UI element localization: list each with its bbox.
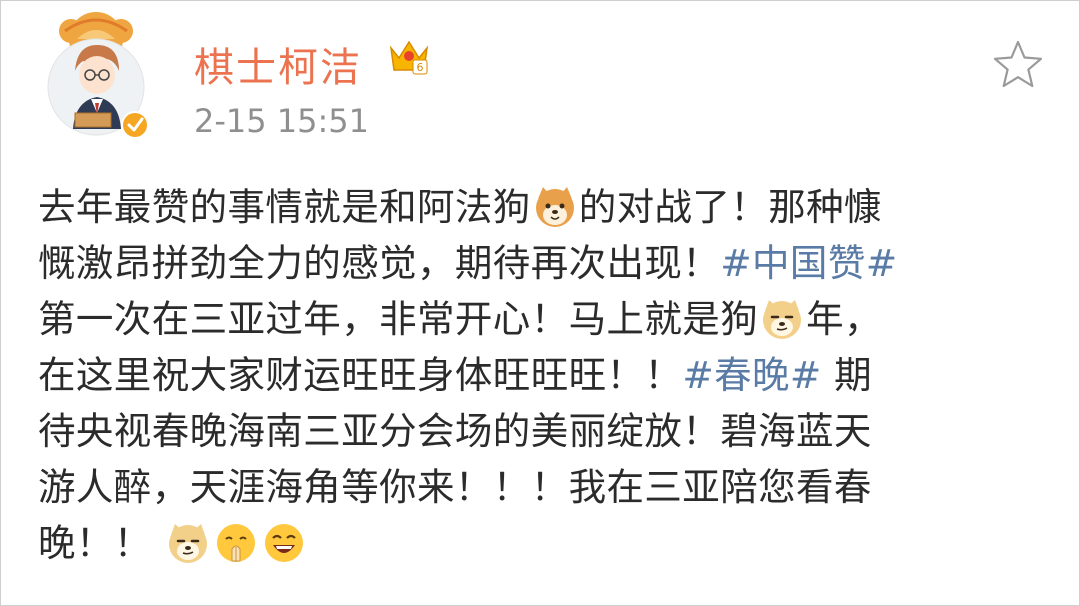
praying-emoji bbox=[217, 524, 256, 562]
laughing-emoji bbox=[265, 524, 304, 562]
post-line-1: 去年最赞的事情就是和阿法狗 的对战了！那种慷 bbox=[38, 185, 882, 229]
doge-emoji bbox=[169, 524, 208, 563]
hashtag-link[interactable]: #中国赞# bbox=[720, 241, 897, 285]
doge-emoji bbox=[763, 300, 802, 339]
post-line-6: 游人醉，天涯海角等你来！！！我在三亚陪您看春 bbox=[38, 465, 872, 509]
shiba-dog-emoji bbox=[535, 187, 574, 227]
post-line-2: 慨激昂拼劲全力的感觉，期待再次出现！#中国赞# bbox=[38, 241, 898, 285]
crown-level-badge-icon[interactable]: 6 bbox=[387, 34, 431, 78]
post-line-7: 晚！！ bbox=[38, 515, 1048, 571]
post-text: 去年最赞的事情就是和阿法狗 的对战了！那种慷 慨激昂拼劲全力的感觉，期待再次出现… bbox=[38, 179, 1048, 571]
post-line-3: 第一次在三亚过年，非常开心！马上就是狗 年， bbox=[38, 297, 882, 341]
hashtag-link[interactable]: #春晚# bbox=[682, 353, 821, 397]
post-line-4: 在这里祝大家财运旺旺身体旺旺旺！！#春晚# 期 bbox=[38, 353, 872, 397]
favorite-star-icon[interactable] bbox=[991, 39, 1045, 91]
username[interactable]: 棋士柯洁 bbox=[194, 35, 362, 93]
post-line-5: 待央视春晚海南三亚分会场的美丽绽放！碧海蓝天 bbox=[38, 409, 872, 453]
post-timestamp: 2-15 15:51 bbox=[194, 102, 370, 140]
avatar[interactable] bbox=[37, 9, 155, 139]
weibo-post-card: 棋士柯洁 6 2-15 15:51 去年最赞的事情就是和阿法狗 的对战了！那种慷 bbox=[0, 0, 1080, 606]
verified-badge-icon bbox=[121, 111, 149, 139]
svg-text:6: 6 bbox=[417, 61, 424, 74]
